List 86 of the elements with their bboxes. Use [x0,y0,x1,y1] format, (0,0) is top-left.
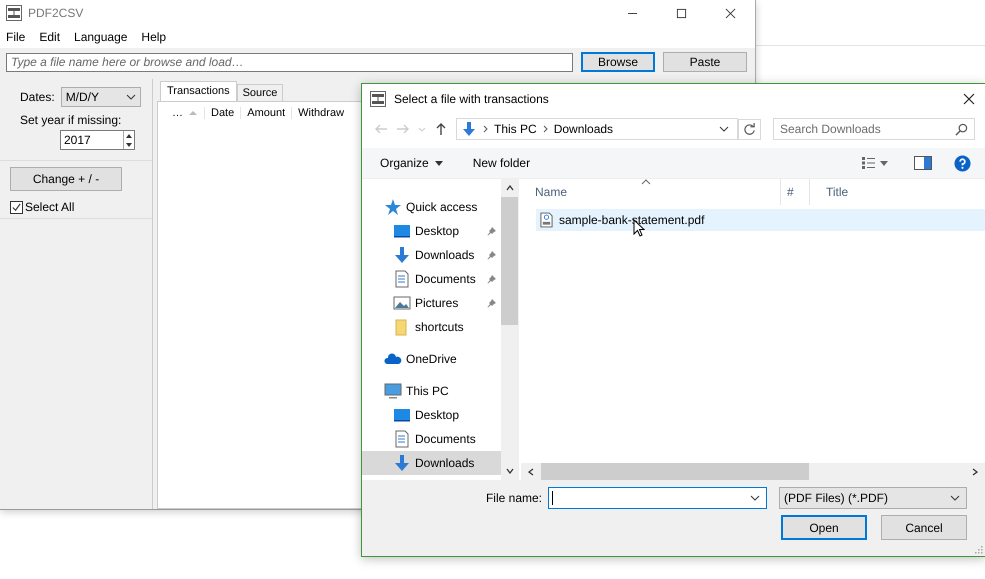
nav-item[interactable]: Pictures [362,291,501,315]
breadcrumb-item[interactable]: This PC [494,122,537,136]
open-button[interactable]: Open [781,515,867,540]
dialog-title: Select a file with transactions [394,92,549,106]
nav-item[interactable]: Documents [362,267,501,291]
column-header[interactable]: Date [205,107,242,119]
nav-item[interactable]: Documents [362,427,501,451]
scroll-down-icon[interactable] [506,468,514,474]
nav-item[interactable]: Desktop [362,219,501,243]
file-name-label: File name: [486,491,542,505]
tab[interactable]: Transactions [160,81,237,101]
change-sign-button[interactable]: Change + / - [10,167,122,191]
document-icon [393,430,411,448]
column-header[interactable]: Amount [241,107,292,119]
checkmark-icon [11,202,22,212]
sort-up-icon [188,110,198,116]
column-header[interactable]: Title [810,179,848,205]
column-header[interactable]: Name [519,179,781,205]
monitor-icon [393,406,411,424]
chevron-right-icon[interactable] [483,125,488,133]
close-icon[interactable] [963,93,975,105]
resize-grip-icon[interactable] [975,546,983,554]
chevron-down-icon[interactable] [719,126,729,132]
menu-item[interactable]: Edit [39,30,60,44]
nav-item[interactable]: Downloads [362,451,501,475]
scroll-left-icon[interactable] [528,468,534,476]
column-header[interactable]: Withdraw [292,107,344,119]
chevron-down-icon [950,495,960,501]
spin-up-icon[interactable] [124,132,134,138]
sort-up-icon [641,179,651,185]
scroll-up-icon[interactable] [506,185,514,191]
download-icon [393,454,411,472]
window-title: PDF2CSV [28,6,84,20]
search-icon[interactable] [955,122,968,136]
nav-item[interactable]: Downloads [362,243,501,267]
search-field[interactable]: Search Downloads [773,118,975,140]
nav-item[interactable]: shortcuts [362,315,501,339]
up-arrow-icon[interactable] [434,122,448,136]
browse-button[interactable]: Browse [581,52,655,72]
dates-label: Dates: [20,90,55,104]
monitor-icon [393,222,411,240]
year-label: Set year if missing: [20,113,122,127]
breadcrumb-item[interactable]: Downloads [554,122,614,136]
preview-pane-icon[interactable] [914,156,932,170]
cancel-button[interactable]: Cancel [881,515,967,540]
app-icon [370,91,386,107]
scrollbar[interactable] [521,463,985,480]
maximize-icon[interactable] [676,8,687,18]
file-type-dropdown[interactable]: (PDF Files) (*.PDF) [779,487,967,509]
nav-item[interactable]: Desktop [362,403,501,427]
tab[interactable]: Source [236,84,284,101]
refresh-icon[interactable] [738,118,761,140]
picture-icon [393,294,411,312]
file-name-field[interactable]: Type a file name here or browse and load… [6,52,573,72]
nav-item[interactable]: This PC [362,379,501,403]
close-icon[interactable] [725,8,736,18]
select-all-checkbox[interactable]: Select All [10,200,152,214]
app-icon [6,5,22,21]
nav-item[interactable]: OneDrive [362,347,501,371]
year-spinner[interactable]: 2017 [60,130,135,150]
download-icon [393,246,411,264]
scrollbar[interactable] [501,179,518,480]
download-icon [461,121,477,137]
column-header[interactable]: # [781,179,810,205]
file-name-field[interactable] [548,487,767,509]
menu-item[interactable]: Language [74,30,128,44]
nav-item[interactable]: Quick access [362,195,501,219]
spin-down-icon[interactable] [124,142,134,148]
help-icon[interactable] [954,154,971,172]
paste-button[interactable]: Paste [663,52,747,72]
column-header[interactable]: … [166,107,205,119]
pc-icon [384,382,402,400]
document-icon [393,270,411,288]
chevron-down-icon[interactable] [750,495,760,501]
menu-item[interactable]: File [6,30,26,44]
chevron-down-icon [126,94,136,100]
pdf-file-icon [540,212,553,228]
scroll-right-icon[interactable] [972,468,978,476]
caret-down-icon [434,160,443,166]
dates-dropdown[interactable]: M/D/Y [60,87,141,107]
organize-menu[interactable]: Organize [380,156,443,170]
star-icon [384,198,402,216]
menu-item[interactable]: Help [141,30,166,44]
address-bar[interactable]: This PC Downloads [456,118,738,140]
new-folder-button[interactable]: New folder [472,156,530,170]
chevron-right-icon[interactable] [542,125,548,133]
